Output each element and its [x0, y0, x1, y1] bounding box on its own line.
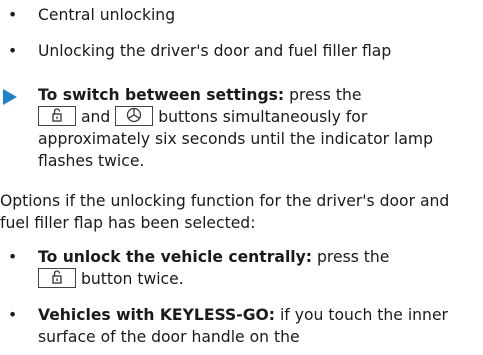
bullet-dot: •: [8, 42, 18, 60]
bullet-item: • Vehicles with KEYLESS-GO: if you touch…: [8, 304, 478, 348]
unlock-key-icon: [38, 105, 76, 126]
instruction-title: To switch between settings:: [38, 86, 285, 104]
bullet-text-part: press the: [312, 248, 390, 266]
bullet-text: To unlock the vehicle centrally: press t…: [38, 246, 478, 290]
bullet-item: • Central unlocking: [8, 4, 478, 26]
options-paragraph: Options if the unlocking function for th…: [0, 192, 450, 232]
bullet-dot: •: [8, 306, 18, 324]
bullet-title: To unlock the vehicle centrally:: [38, 248, 313, 266]
bullet-text-part: button twice.: [76, 270, 184, 288]
bullet-item: • Unlocking the driver's door and fuel f…: [8, 40, 478, 62]
manual-page: • Central unlocking • Unlocking the driv…: [0, 0, 483, 355]
bullet-title: Vehicles with KEYLESS-GO:: [38, 306, 275, 324]
arrow-right-icon: [3, 89, 17, 105]
bullet-text: Vehicles with KEYLESS-GO: if you touch t…: [38, 304, 478, 348]
lock-key-icon: [115, 105, 154, 126]
instruction-text-part: and: [76, 108, 116, 126]
unlock-key-icon: [38, 267, 76, 288]
bullet-text: Unlocking the driver's door and fuel fil…: [38, 42, 392, 60]
bullet-item: • To unlock the vehicle centrally: press…: [8, 246, 478, 290]
bullet-dot: •: [8, 6, 18, 24]
bullet-dot: •: [8, 248, 18, 266]
instruction-text: To switch between settings: press the an…: [38, 84, 478, 172]
instruction-step: To switch between settings: press the an…: [0, 84, 478, 172]
bullet-text: Central unlocking: [38, 6, 176, 24]
instruction-text-part: press the: [284, 86, 362, 104]
